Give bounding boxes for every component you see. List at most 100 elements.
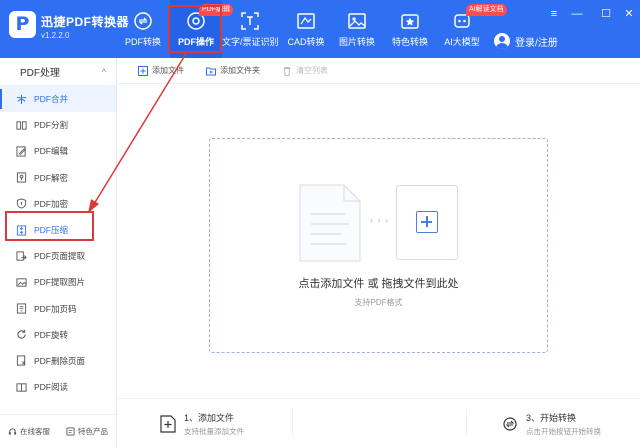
sidebar-item-label: PDF加页码	[34, 303, 77, 314]
products-icon	[66, 427, 75, 436]
add-folder-icon	[206, 67, 216, 75]
headset-icon	[8, 428, 17, 435]
edit-icon	[16, 146, 26, 157]
maximize-icon[interactable]: ☐	[599, 7, 613, 21]
minimize-icon[interactable]: —	[570, 7, 584, 21]
sidebar-item-label: PDF旋转	[34, 329, 69, 340]
avatar	[494, 33, 510, 49]
lock-shield-icon	[16, 198, 27, 209]
ai-reader-badge: AI解读文档	[466, 4, 507, 16]
steps-bar: 1、添加文件 支持批量添加文件 3、开始转换 点击开始按钮开始转换	[118, 398, 640, 448]
sidebar-item-label: PDF解密	[34, 172, 69, 183]
step-start-convert: 3、开始转换 点击开始按钮开始转换	[502, 409, 601, 439]
convert-icon	[134, 12, 152, 30]
step1-title: 1、添加文件	[184, 413, 235, 423]
sidebar-item-split[interactable]: PDF分割	[0, 112, 116, 138]
chevron-up-icon: ^	[101, 66, 106, 77]
dropzone-title: 点击添加文件 或 拖拽文件到此处	[298, 278, 459, 290]
sidebar-section-header[interactable]: PDF处理 ^	[0, 58, 116, 86]
step3-title: 3、开始转换	[526, 413, 577, 423]
add-file-label: 添加文件	[152, 66, 184, 75]
sidebar-item-read[interactable]: PDF阅读	[0, 374, 116, 400]
sidebar-footer: 在线客服 特色产品	[0, 414, 116, 448]
merge-icon	[16, 94, 27, 104]
sidebar-item-label: PDF合并	[34, 94, 69, 105]
clear-list-label: 清空列表	[296, 66, 328, 75]
nav-feature[interactable]: 特色转换	[387, 0, 433, 58]
online-service-button[interactable]: 在线客服	[8, 426, 50, 437]
nav-label: 图片转换	[338, 37, 375, 47]
nav-label: 特色转换	[391, 37, 428, 47]
nav-image[interactable]: 图片转换	[335, 0, 379, 58]
menu-icon[interactable]: ≡	[547, 7, 561, 21]
document-icon	[299, 184, 361, 262]
add-document-icon	[160, 415, 176, 433]
read-icon	[16, 383, 27, 392]
unlock-icon	[16, 172, 27, 183]
add-file-icon	[138, 65, 148, 76]
step-divider	[466, 409, 467, 437]
sidebar-item-edit[interactable]: PDF编辑	[0, 138, 116, 164]
page-extract-icon	[16, 251, 27, 261]
step-add-file: 1、添加文件 支持批量添加文件	[160, 409, 244, 439]
rotate-icon	[17, 330, 26, 339]
highlight-box-compress	[5, 211, 94, 241]
sidebar-item-image-extract[interactable]: PDF提取图片	[0, 269, 116, 295]
file-drop-zone[interactable]: › › › 点击添加文件 或 拖拽文件到此处 支持PDF格式	[209, 138, 548, 353]
sidebar-item-label: PDF加密	[34, 198, 69, 209]
login-label: 登录/注册	[515, 37, 558, 49]
dropzone-subtitle: 支持PDF格式	[354, 298, 403, 307]
image-extract-icon	[16, 278, 27, 287]
nav-cad[interactable]: CAD转换	[284, 0, 328, 58]
sidebar-item-label: PDF阅读	[34, 382, 69, 393]
step-divider	[292, 409, 293, 437]
nav-label: 文字/票证识别	[222, 37, 279, 47]
step3-subtitle: 点击开始按钮开始转换	[526, 427, 601, 436]
split-icon	[16, 121, 27, 130]
convert-step-icon	[503, 417, 517, 431]
step1-subtitle: 支持批量添加文件	[184, 427, 244, 436]
app-name: 迅捷PDF转换器	[41, 15, 130, 29]
featured-products-label: 特色产品	[78, 427, 108, 436]
online-service-label: 在线客服	[20, 427, 50, 436]
arrows-icon: › › ›	[370, 215, 389, 225]
nav-pdf-convert[interactable]: PDF转换	[120, 0, 166, 58]
plus-icon	[416, 211, 438, 233]
sidebar-item-delete-page[interactable]: PDF删除页面	[0, 348, 116, 374]
trash-icon	[283, 66, 291, 76]
app-version: v1.2.2.0	[41, 31, 70, 40]
section-title: PDF处理	[20, 68, 60, 79]
page-number-icon	[16, 303, 27, 314]
close-icon[interactable]: ✕	[622, 7, 636, 21]
image-icon	[348, 13, 366, 29]
file-toolbar: 添加文件 添加文件夹 清空列表	[118, 58, 640, 84]
add-file-box[interactable]	[396, 185, 458, 260]
feature-icon	[401, 14, 419, 29]
sidebar-item-label: PDF删除页面	[34, 355, 86, 366]
sidebar-item-label: PDF分割	[34, 120, 69, 131]
featured-products-button[interactable]: 特色产品	[66, 426, 108, 437]
app-logo: P	[9, 11, 36, 38]
delete-page-icon	[16, 355, 26, 367]
sidebar-item-page-extract[interactable]: PDF页面提取	[0, 243, 116, 269]
add-folder-button[interactable]: 添加文件夹	[206, 65, 260, 76]
sidebar-item-merge[interactable]: PDF合并	[0, 86, 116, 113]
highlight-box-nav	[168, 5, 222, 53]
sidebar-item-page-number[interactable]: PDF加页码	[0, 296, 116, 322]
ocr-icon	[241, 12, 259, 30]
app-header: P 迅捷PDF转换器 v1.2.2.0 PDF转换 PDF操作 文字/票证识别 …	[0, 0, 640, 58]
sidebar-item-unlock[interactable]: PDF解密	[0, 165, 116, 191]
user-login[interactable]: 登录/注册	[494, 32, 558, 50]
nav-label: PDF转换	[124, 37, 161, 47]
sidebar-item-label: PDF提取图片	[34, 277, 86, 288]
cad-icon	[297, 13, 315, 29]
add-folder-label: 添加文件夹	[220, 66, 260, 75]
nav-label: CAD转换	[287, 37, 325, 47]
sidebar: PDF处理 ^ PDF合并 PDF分割 PDF编辑 PDF解密 PDF加密 PD…	[0, 58, 117, 448]
nav-label: AI大模型	[444, 37, 480, 47]
clear-list-button[interactable]: 清空列表	[282, 65, 328, 76]
sidebar-item-label: PDF页面提取	[34, 251, 86, 262]
sidebar-item-rotate[interactable]: PDF旋转	[0, 322, 116, 348]
add-file-button[interactable]: 添加文件	[138, 65, 184, 76]
sidebar-item-label: PDF编辑	[34, 146, 69, 157]
